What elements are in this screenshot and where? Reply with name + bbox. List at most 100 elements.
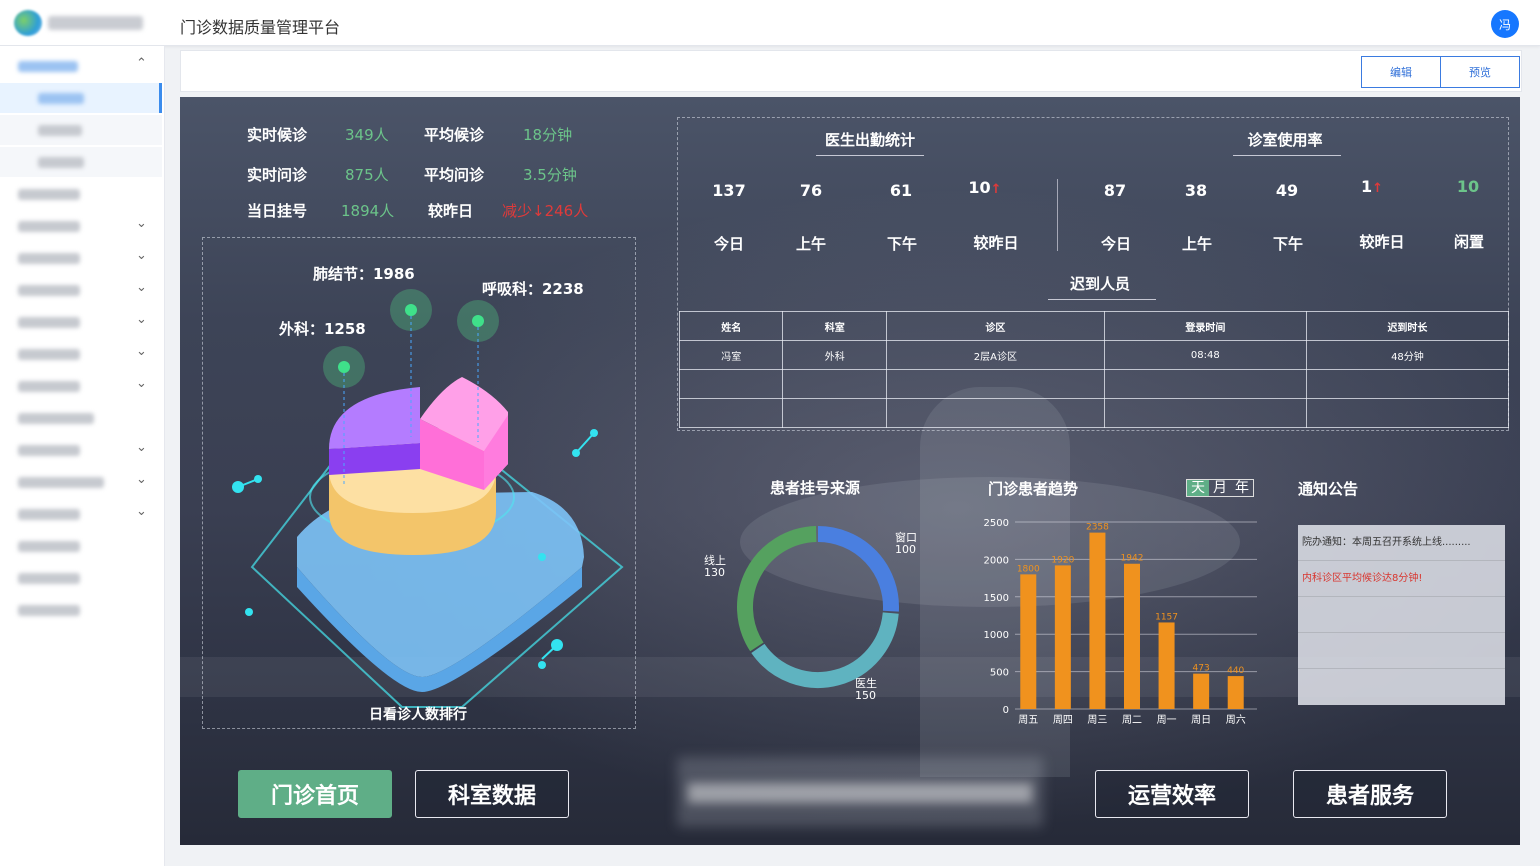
realtime-value: 875人 [345,166,389,184]
donut-slice-label: 线上 [704,553,726,567]
bar-value-label: 1157 [1155,612,1178,622]
room-usage-title: 诊室使用率 [1247,131,1323,149]
notice-item[interactable]: 内科诊区平均候诊达8分钟! [1298,561,1505,597]
attendance-change-value: 10↑ [960,178,1010,197]
bar-value-label: 440 [1227,666,1244,676]
x-tick-label: 周二 [1122,714,1142,726]
realtime-label: 平均问诊 [424,166,485,184]
x-tick-label: 周日 [1191,714,1211,726]
sidebar-item-group[interactable]: ⌃ [0,51,162,81]
sidebar-item[interactable] [0,595,162,625]
app-title: 门诊数据质量管理平台 [180,18,341,37]
chevron-down-icon: ⌄ [136,216,147,231]
sidebar-item[interactable] [0,403,162,433]
attendance-value: 137 [712,181,746,200]
table-cell: 08:48 [1103,340,1307,370]
attendance-value: 76 [799,181,823,200]
ranking-label: 肺结节：1986 [313,265,415,283]
attendance-label: 下午 [886,235,917,253]
chevron-down-icon: ⌄ [136,472,147,487]
donut-slice-value: 100 [895,543,916,556]
table-cell [885,369,1105,399]
y-tick-label: 2500 [984,518,1009,529]
preview-button[interactable]: 预览 [1440,56,1520,88]
notice-item[interactable]: 院办通知：本周五召开系统上线......... [1298,525,1505,561]
column-header: 科室 [782,311,887,341]
trend-bar-chart: 0 500 1000 1500 2000 2500 1800 周五 1920 周四 2358 周三 19… [984,518,1257,726]
y-tick-label: 1000 [984,630,1009,641]
bar [1054,565,1071,709]
x-tick-label: 周四 [1053,714,1073,726]
sidebar-item[interactable]: ⌄ [0,435,162,465]
tab-month[interactable]: 月 [1209,480,1231,496]
sidebar-item[interactable]: ⌄ [0,339,162,369]
tab-year[interactable]: 年 [1231,480,1253,496]
donut-slice-label: 医生 [855,676,877,690]
sidebar-item[interactable] [0,179,162,209]
attendance-value: 61 [889,181,913,200]
sidebar-item[interactable] [0,531,162,561]
ranking-title: 日看诊人数排行 [369,707,467,723]
nav-home-button[interactable]: 门诊首页 [238,770,392,818]
bar [1124,563,1140,709]
chevron-down-icon: ⌄ [136,504,147,519]
nav-dept-button[interactable]: 科室数据 [415,770,569,818]
user-avatar[interactable]: 冯 [1491,10,1519,38]
edit-button[interactable]: 编辑 [1361,56,1441,88]
nav-ops-button[interactable]: 运营效率 [1095,770,1249,818]
chevron-down-icon: ⌄ [136,440,147,455]
sidebar-item[interactable]: ⌄ [0,467,162,497]
room-usage-change-number: 1 [1360,177,1373,196]
bar-value-label: 1920 [1051,555,1074,565]
notice-item-empty [1298,597,1505,633]
y-tick-label: 0 [1003,705,1009,716]
room-usage-label: 闲置 [1453,233,1484,251]
arrow-up-icon: ↑ [1372,181,1384,196]
chevron-down-icon: ⌄ [136,344,147,359]
room-usage-value: 38 [1184,181,1208,200]
nav-patient-button[interactable]: 患者服务 [1293,770,1447,818]
chevron-down-icon: ⌄ [136,248,147,263]
sidebar-item[interactable]: ⌄ [0,211,162,241]
chevron-down-icon: ⌄ [136,312,147,327]
sidebar-subitem[interactable] [0,115,162,145]
sidebar-item[interactable]: ⌄ [0,243,162,273]
ranking-3d-illustration [232,289,624,708]
title-underline [1048,299,1156,300]
donut-slice-value: 130 [704,566,725,579]
donut-slice [737,526,817,652]
bar [1089,532,1106,709]
realtime-value: 18分钟 [523,126,573,144]
logo-text-blurred [48,16,143,30]
sidebar-item-active[interactable] [0,83,162,113]
donut-slice [751,612,899,688]
sidebar-item[interactable] [0,563,162,593]
source-donut-chart: 窗口100 医生150 线上130 [704,526,917,702]
table-cell [1305,369,1510,399]
bar-value-label: 1942 [1121,554,1144,564]
column-header: 登录时间 [1103,311,1307,341]
app-logo[interactable] [14,10,150,36]
notice-list: 院办通知：本周五召开系统上线......... 内科诊区平均候诊达8分钟! [1298,525,1505,705]
sidebar-item[interactable]: ⌄ [0,275,162,305]
sidebar-item[interactable]: ⌄ [0,307,162,337]
room-usage-change-value: 1↑ [1347,177,1397,196]
realtime-change-value: 减少↓246人 [502,202,589,220]
sidebar-subitem[interactable] [0,147,162,177]
bar [1020,574,1037,709]
bar-value-label: 2358 [1086,523,1109,533]
attendance-title: 医生出勤统计 [824,131,915,149]
sidebar-item[interactable]: ⌄ [0,499,162,529]
logo-icon [14,10,42,36]
tab-day[interactable]: 天 [1187,480,1209,496]
sidebar-item[interactable]: ⌄ [0,371,162,401]
late-table: 姓名 科室 诊区 登录时间 迟到时长 冯室 外科 2层A诊区 08:48 48分… [678,311,1510,428]
table-cell [1103,369,1307,399]
divider [1057,179,1058,251]
ranking-label: 呼吸科：2238 [482,280,584,298]
donut-slice-value: 150 [855,689,876,702]
realtime-label: 较昨日 [428,202,474,220]
table-cell: 外科 [782,340,887,370]
table-cell [1305,398,1510,428]
late-title: 迟到人员 [1069,275,1130,293]
